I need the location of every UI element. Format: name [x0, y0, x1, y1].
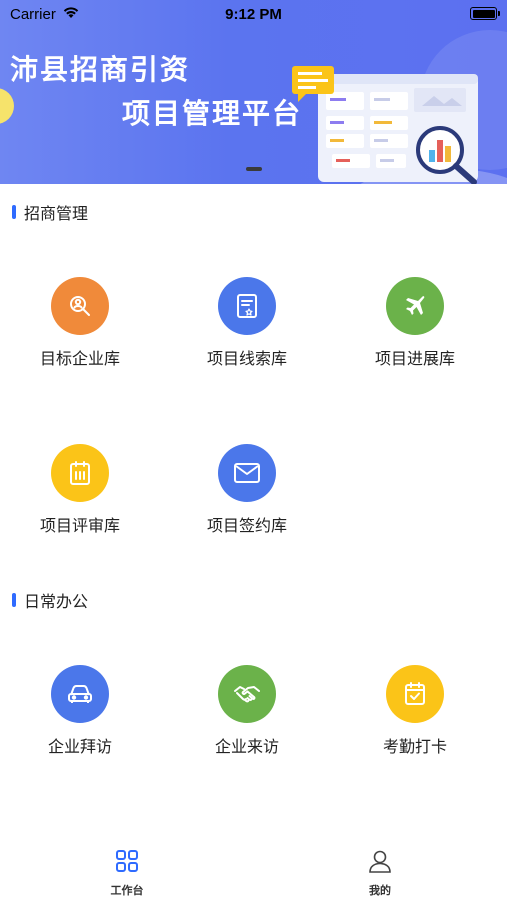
tile-label: 项目签约库: [206, 516, 287, 535]
tile-enterprise-reception[interactable]: 企业来访: [182, 665, 312, 757]
search-people-icon: [51, 277, 109, 335]
tile-project-leads[interactable]: 项目线索库: [182, 277, 312, 369]
airplane-icon: [386, 277, 444, 335]
section-accent-bar: [12, 593, 16, 607]
battery-icon: [470, 7, 500, 20]
tile-label: 项目进展库: [374, 349, 455, 368]
section-header-investment: 招商管理: [12, 202, 89, 223]
section-title: 日常办公: [24, 592, 89, 611]
tile-target-enterprise[interactable]: 目标企业库: [15, 277, 145, 369]
section-title: 招商管理: [24, 204, 89, 223]
clock: 9:12 PM: [225, 6, 282, 23]
handshake-icon: [218, 665, 276, 723]
calendar-check-icon: [386, 665, 444, 723]
calendar-clipboard-icon: [51, 444, 109, 502]
carousel-indicator[interactable]: [246, 167, 262, 171]
tab-label: 我的: [369, 884, 391, 897]
bottom-tab-bar: 工作台 我的: [0, 840, 507, 900]
dashboard-illustration-icon: [292, 66, 478, 184]
user-icon: [369, 850, 391, 873]
tile-project-review[interactable]: 项目评审库: [15, 444, 145, 536]
tab-mine[interactable]: 我的: [330, 848, 430, 898]
grid-icon: [116, 850, 138, 872]
tile-label: 目标企业库: [39, 349, 120, 368]
tile-label: 考勤打卡: [382, 737, 447, 756]
tile-attendance-checkin[interactable]: 考勤打卡: [350, 665, 480, 757]
tab-workbench[interactable]: 工作台: [77, 848, 177, 898]
tile-enterprise-visit[interactable]: 企业拜访: [15, 665, 145, 757]
mail-icon: [218, 444, 276, 502]
banner-decoration-dot: [0, 88, 14, 124]
status-bar: Carrier 9:12 PM: [0, 0, 507, 30]
banner-subtitle: 项目管理平台: [122, 97, 303, 130]
banner-title: 沛县招商引资: [10, 53, 191, 86]
car-icon: [51, 665, 109, 723]
tile-project-progress[interactable]: 项目进展库: [350, 277, 480, 369]
section-accent-bar: [12, 205, 16, 219]
tile-label: 企业拜访: [47, 737, 112, 756]
tile-label: 项目线索库: [206, 349, 287, 368]
tile-label: 企业来访: [214, 737, 279, 756]
tile-label: 项目评审库: [39, 516, 120, 535]
section-header-office: 日常办公: [12, 590, 89, 611]
document-star-icon: [218, 277, 276, 335]
tile-project-signing[interactable]: 项目签约库: [182, 444, 312, 536]
tab-label: 工作台: [110, 884, 144, 897]
